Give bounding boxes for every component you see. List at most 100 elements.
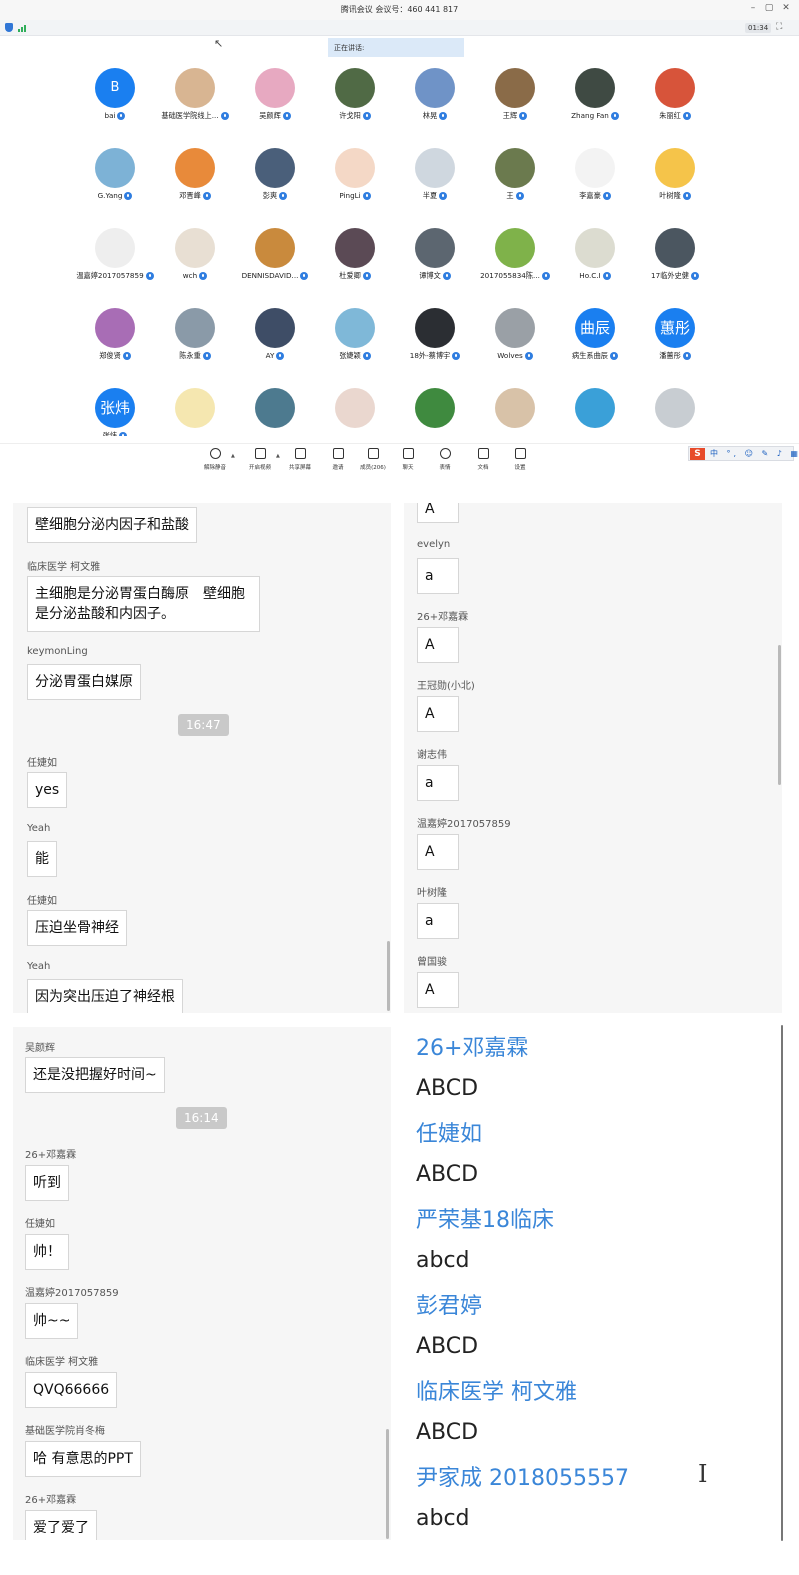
- mic-status-icon: [362, 272, 371, 280]
- participant-name: 温嘉婷2017057859: [75, 271, 155, 281]
- screen-share-icon: [294, 448, 306, 459]
- close-button[interactable]: ✕: [779, 3, 793, 13]
- participant-tile[interactable]: 王辉: [475, 66, 555, 146]
- participant-tile[interactable]: 谭博文: [395, 226, 475, 306]
- invite-button[interactable]: 邀请: [320, 448, 356, 471]
- ime-toolbar[interactable]: S 中 °, ☺ ✎ ♪ ▦: [688, 446, 798, 461]
- settings-button[interactable]: 设置: [502, 448, 538, 471]
- participant-tile[interactable]: Wolves: [475, 306, 555, 386]
- ime-options[interactable]: 中 °, ☺ ✎ ♪ ▦: [710, 448, 799, 459]
- mic-status-icon: [202, 352, 211, 360]
- participant-tile[interactable]: 郑俊贤: [75, 306, 155, 386]
- chat-bubble: 分泌胃蛋白媒原: [27, 664, 141, 700]
- participant-tile[interactable]: 曲辰 病生系曲辰: [555, 306, 635, 386]
- participant-tile[interactable]: 杜爱卿: [315, 226, 395, 306]
- participant-tile[interactable]: 2017055834陈...: [475, 226, 555, 306]
- participant-tile[interactable]: [395, 386, 475, 436]
- participant-tile[interactable]: 彭爽: [235, 146, 315, 226]
- camera-button[interactable]: 开启视频 ▲: [242, 448, 280, 471]
- chat-button[interactable]: 聊天: [390, 448, 426, 471]
- participant-tile[interactable]: Zhang Fan: [555, 66, 635, 146]
- participant-name: 潘蕙彤: [635, 351, 715, 361]
- participant-tile[interactable]: 叶树隆: [635, 146, 715, 226]
- participant-name: AY: [235, 351, 315, 360]
- participant-tile[interactable]: 张炜 张炜: [75, 386, 155, 436]
- participant-grid: Bbai 基础医学院线上... 吴颜辉 许戈阳 林晃 王辉 Zhang Fan 朱丽红 G.Ya…: [75, 66, 715, 436]
- mic-status-icon: [362, 192, 371, 200]
- participant-tile[interactable]: [315, 386, 395, 436]
- participant-tile[interactable]: 朱丽红: [635, 66, 715, 146]
- participant-name: 17临外史健: [635, 271, 715, 281]
- participant-tile[interactable]: 18外-蔡博宇: [395, 306, 475, 386]
- mic-status-icon: [439, 112, 448, 120]
- maximize-button[interactable]: ▢: [762, 3, 776, 13]
- document-button[interactable]: 文档: [465, 448, 501, 471]
- meeting-toolbar: 解除静音 ▲ 开启视频 ▲ 共享屏幕 邀请 成员(206) 聊天 表情 文档 设置: [0, 443, 799, 475]
- participant-tile[interactable]: Ho.C.I: [555, 226, 635, 306]
- shield-icon[interactable]: [5, 23, 13, 32]
- participant-tile[interactable]: 温嘉婷2017057859: [75, 226, 155, 306]
- avatar: [335, 388, 375, 428]
- options-caret-icon[interactable]: ▲: [276, 453, 280, 459]
- chat-scrollbar[interactable]: [386, 1429, 389, 1539]
- avatar: [495, 308, 535, 348]
- participant-tile[interactable]: 17临外史健: [635, 226, 715, 306]
- options-caret-icon[interactable]: ▲: [231, 453, 235, 459]
- participant-tile[interactable]: [475, 386, 555, 436]
- participant-tile[interactable]: 蕙彤 潘蕙彤: [635, 306, 715, 386]
- participant-name-label: 基础医学院线上...: [161, 111, 219, 120]
- participant-name: 18外-蔡博宇: [395, 351, 475, 361]
- avatar: [575, 388, 615, 428]
- emoji-button[interactable]: 表情: [427, 448, 463, 471]
- avatar: [255, 68, 295, 108]
- mic-status-icon: [682, 112, 691, 120]
- mic-icon: [209, 448, 221, 459]
- mic-button[interactable]: 解除静音 ▲: [197, 448, 235, 471]
- participant-tile[interactable]: DENNISDAVID...: [235, 226, 315, 306]
- participant-tile[interactable]: 许戈阳: [315, 66, 395, 146]
- participant-name-label: 17临外史健: [651, 271, 689, 280]
- participant-tile[interactable]: wch: [155, 226, 235, 306]
- participant-tile[interactable]: [235, 386, 315, 436]
- meeting-title: 腾讯会议 会议号：460 441 817: [340, 5, 459, 14]
- signal-icon[interactable]: [18, 24, 28, 32]
- fullscreen-icon[interactable]: ⛶: [776, 22, 782, 32]
- chat-scrollbar[interactable]: [781, 1025, 783, 1541]
- screen-share-button[interactable]: 共享屏幕: [282, 448, 318, 471]
- minimize-button[interactable]: –: [746, 3, 760, 13]
- participant-tile[interactable]: 陈永重: [155, 306, 235, 386]
- chat-panel-1: 壁细胞分泌内因子和盐酸 临床医学 柯文雅 主细胞是分泌胃蛋白酶原 壁细胞是分泌盐…: [13, 503, 391, 1013]
- participant-tile[interactable]: 邓晋峰: [155, 146, 235, 226]
- chat-bubble: 因为突出压迫了神经根: [27, 979, 183, 1013]
- members-button[interactable]: 成员(206): [355, 448, 391, 471]
- mic-status-icon: [202, 192, 211, 200]
- participant-tile[interactable]: 林晃: [395, 66, 475, 146]
- participant-tile[interactable]: [555, 386, 635, 436]
- avatar: 曲辰: [575, 308, 615, 348]
- chat-bubble: 帅！: [25, 1234, 69, 1270]
- participant-tile[interactable]: [155, 386, 235, 436]
- avatar: [335, 68, 375, 108]
- participant-tile[interactable]: 吴颜辉: [235, 66, 315, 146]
- participant-name: bai: [75, 111, 155, 120]
- participant-tile[interactable]: 张婕颖: [315, 306, 395, 386]
- participant-name: PingLi: [315, 191, 395, 200]
- participant-tile[interactable]: 半夏: [395, 146, 475, 226]
- participant-tile[interactable]: G.Yang: [75, 146, 155, 226]
- participant-tile[interactable]: Bbai: [75, 66, 155, 146]
- mic-status-icon: [442, 272, 451, 280]
- mic-status-icon: [300, 272, 309, 280]
- participant-tile[interactable]: 王: [475, 146, 555, 226]
- mic-status-icon: [439, 192, 448, 200]
- participant-tile[interactable]: 李嘉豪: [555, 146, 635, 226]
- participant-tile[interactable]: 基础医学院线上...: [155, 66, 235, 146]
- chat-timestamp: 16:14: [176, 1107, 227, 1129]
- participant-tile[interactable]: AY: [235, 306, 315, 386]
- chat-bubble: a: [417, 903, 459, 939]
- participant-name-label: 邓晋峰: [179, 191, 201, 200]
- chat-scrollbar[interactable]: [778, 645, 781, 785]
- participant-name: 谭博文: [395, 271, 475, 281]
- chat-scrollbar[interactable]: [387, 941, 390, 1011]
- participant-tile[interactable]: PingLi: [315, 146, 395, 226]
- participant-tile[interactable]: [635, 386, 715, 436]
